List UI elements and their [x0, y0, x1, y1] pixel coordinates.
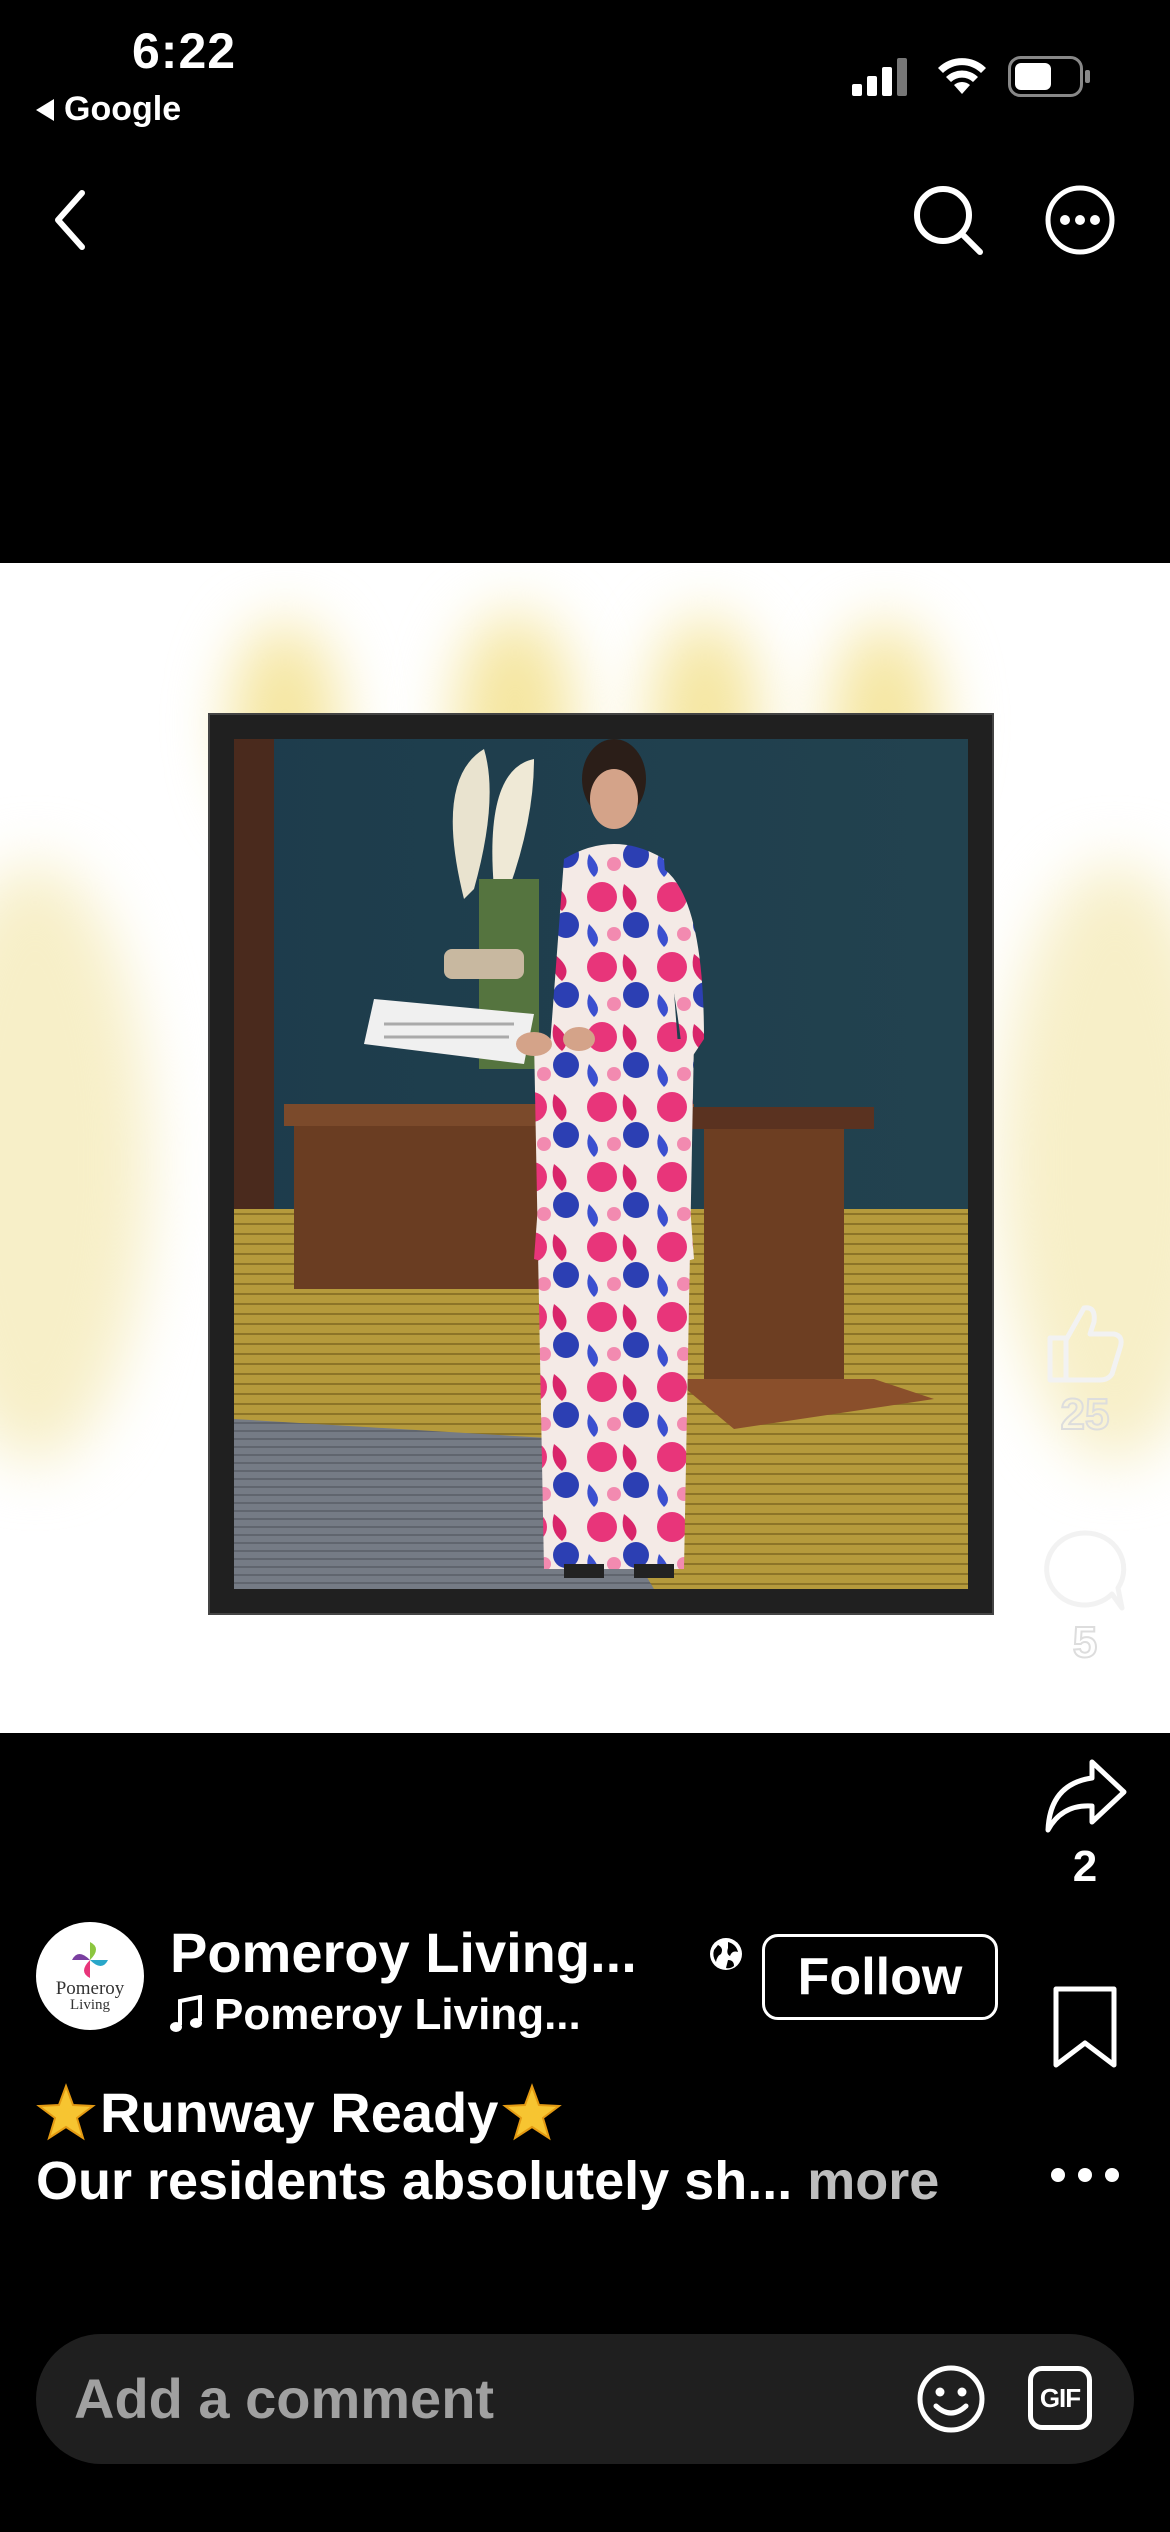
ellipsis-icon: [1051, 2168, 1119, 2182]
share-arrow-icon: [1045, 1759, 1127, 1833]
glowing-star-icon: [36, 2082, 96, 2140]
comment-bar: #comment-input::placeholder{color:#a0a0a…: [36, 2334, 1134, 2464]
avatar-text-2: Living: [70, 1997, 110, 2013]
music-note-icon: [170, 1995, 202, 2032]
search-button[interactable]: [908, 180, 988, 260]
back-triangle-icon: [36, 98, 54, 121]
photo-frame: [210, 715, 992, 1613]
like-count: 25: [1060, 1389, 1111, 1440]
gif-label: GIF: [1039, 2382, 1081, 2413]
comment-count: 5: [1072, 1617, 1099, 1668]
caption-title-line: Runway Ready: [36, 2080, 563, 2145]
author-name[interactable]: Pomeroy Living...: [170, 1920, 637, 1985]
chevron-left-icon: [55, 190, 85, 250]
bookmark-icon: [1053, 1986, 1117, 2068]
spotlight-glow: [0, 863, 150, 1463]
more-options-icon: [1045, 185, 1115, 255]
save-button[interactable]: [1050, 1985, 1120, 2076]
pinwheel-logo-icon: [72, 1942, 108, 1978]
share-action[interactable]: 2: [1040, 1756, 1130, 1892]
share-count: 2: [1072, 1842, 1098, 1891]
more-options-button[interactable]: [1040, 180, 1120, 260]
glowing-star-icon: [502, 2082, 563, 2140]
caption-title: Runway Ready: [100, 2081, 499, 2144]
battery-icon: [1008, 56, 1090, 97]
audio-track[interactable]: Pomeroy Living...: [170, 1990, 581, 2040]
thumbs-up-icon: [1047, 1305, 1124, 1383]
wifi-icon: [938, 58, 986, 94]
signal-icon: [852, 58, 907, 96]
photo-illustration: [234, 739, 968, 1589]
comment-input[interactable]: [74, 2334, 874, 2464]
post-media[interactable]: [0, 563, 1170, 1733]
avatar-text-1: Pomeroy: [55, 1978, 125, 1999]
audio-label: Pomeroy Living...: [214, 1990, 581, 2039]
follow-button[interactable]: Follow: [762, 1934, 998, 2020]
back-to-app-link[interactable]: Google: [36, 90, 181, 129]
photo-woman-in-floral-dress: [234, 739, 968, 1589]
caption-text-line[interactable]: Our residents absolutely sh... more: [36, 2150, 939, 2212]
gif-button[interactable]: GIF: [1028, 2366, 1092, 2430]
smiley-icon: [917, 2365, 985, 2433]
post-options-button[interactable]: [1048, 2160, 1122, 2195]
like-action[interactable]: 25: [1040, 1300, 1130, 1440]
avatar[interactable]: Pomeroy Living: [36, 1922, 144, 2030]
globe-icon: [710, 1938, 742, 1970]
emoji-button[interactable]: [916, 2364, 986, 2439]
comment-bubble-icon: [1044, 1530, 1127, 1611]
back-app-label: Google: [64, 90, 182, 128]
search-icon: [914, 186, 983, 255]
comment-action[interactable]: 5: [1040, 1528, 1130, 1668]
back-button[interactable]: [40, 180, 100, 260]
caption-more-link[interactable]: more: [807, 2151, 939, 2211]
caption-text: Our residents absolutely sh...: [36, 2151, 793, 2211]
status-time: 6:22: [132, 23, 237, 79]
